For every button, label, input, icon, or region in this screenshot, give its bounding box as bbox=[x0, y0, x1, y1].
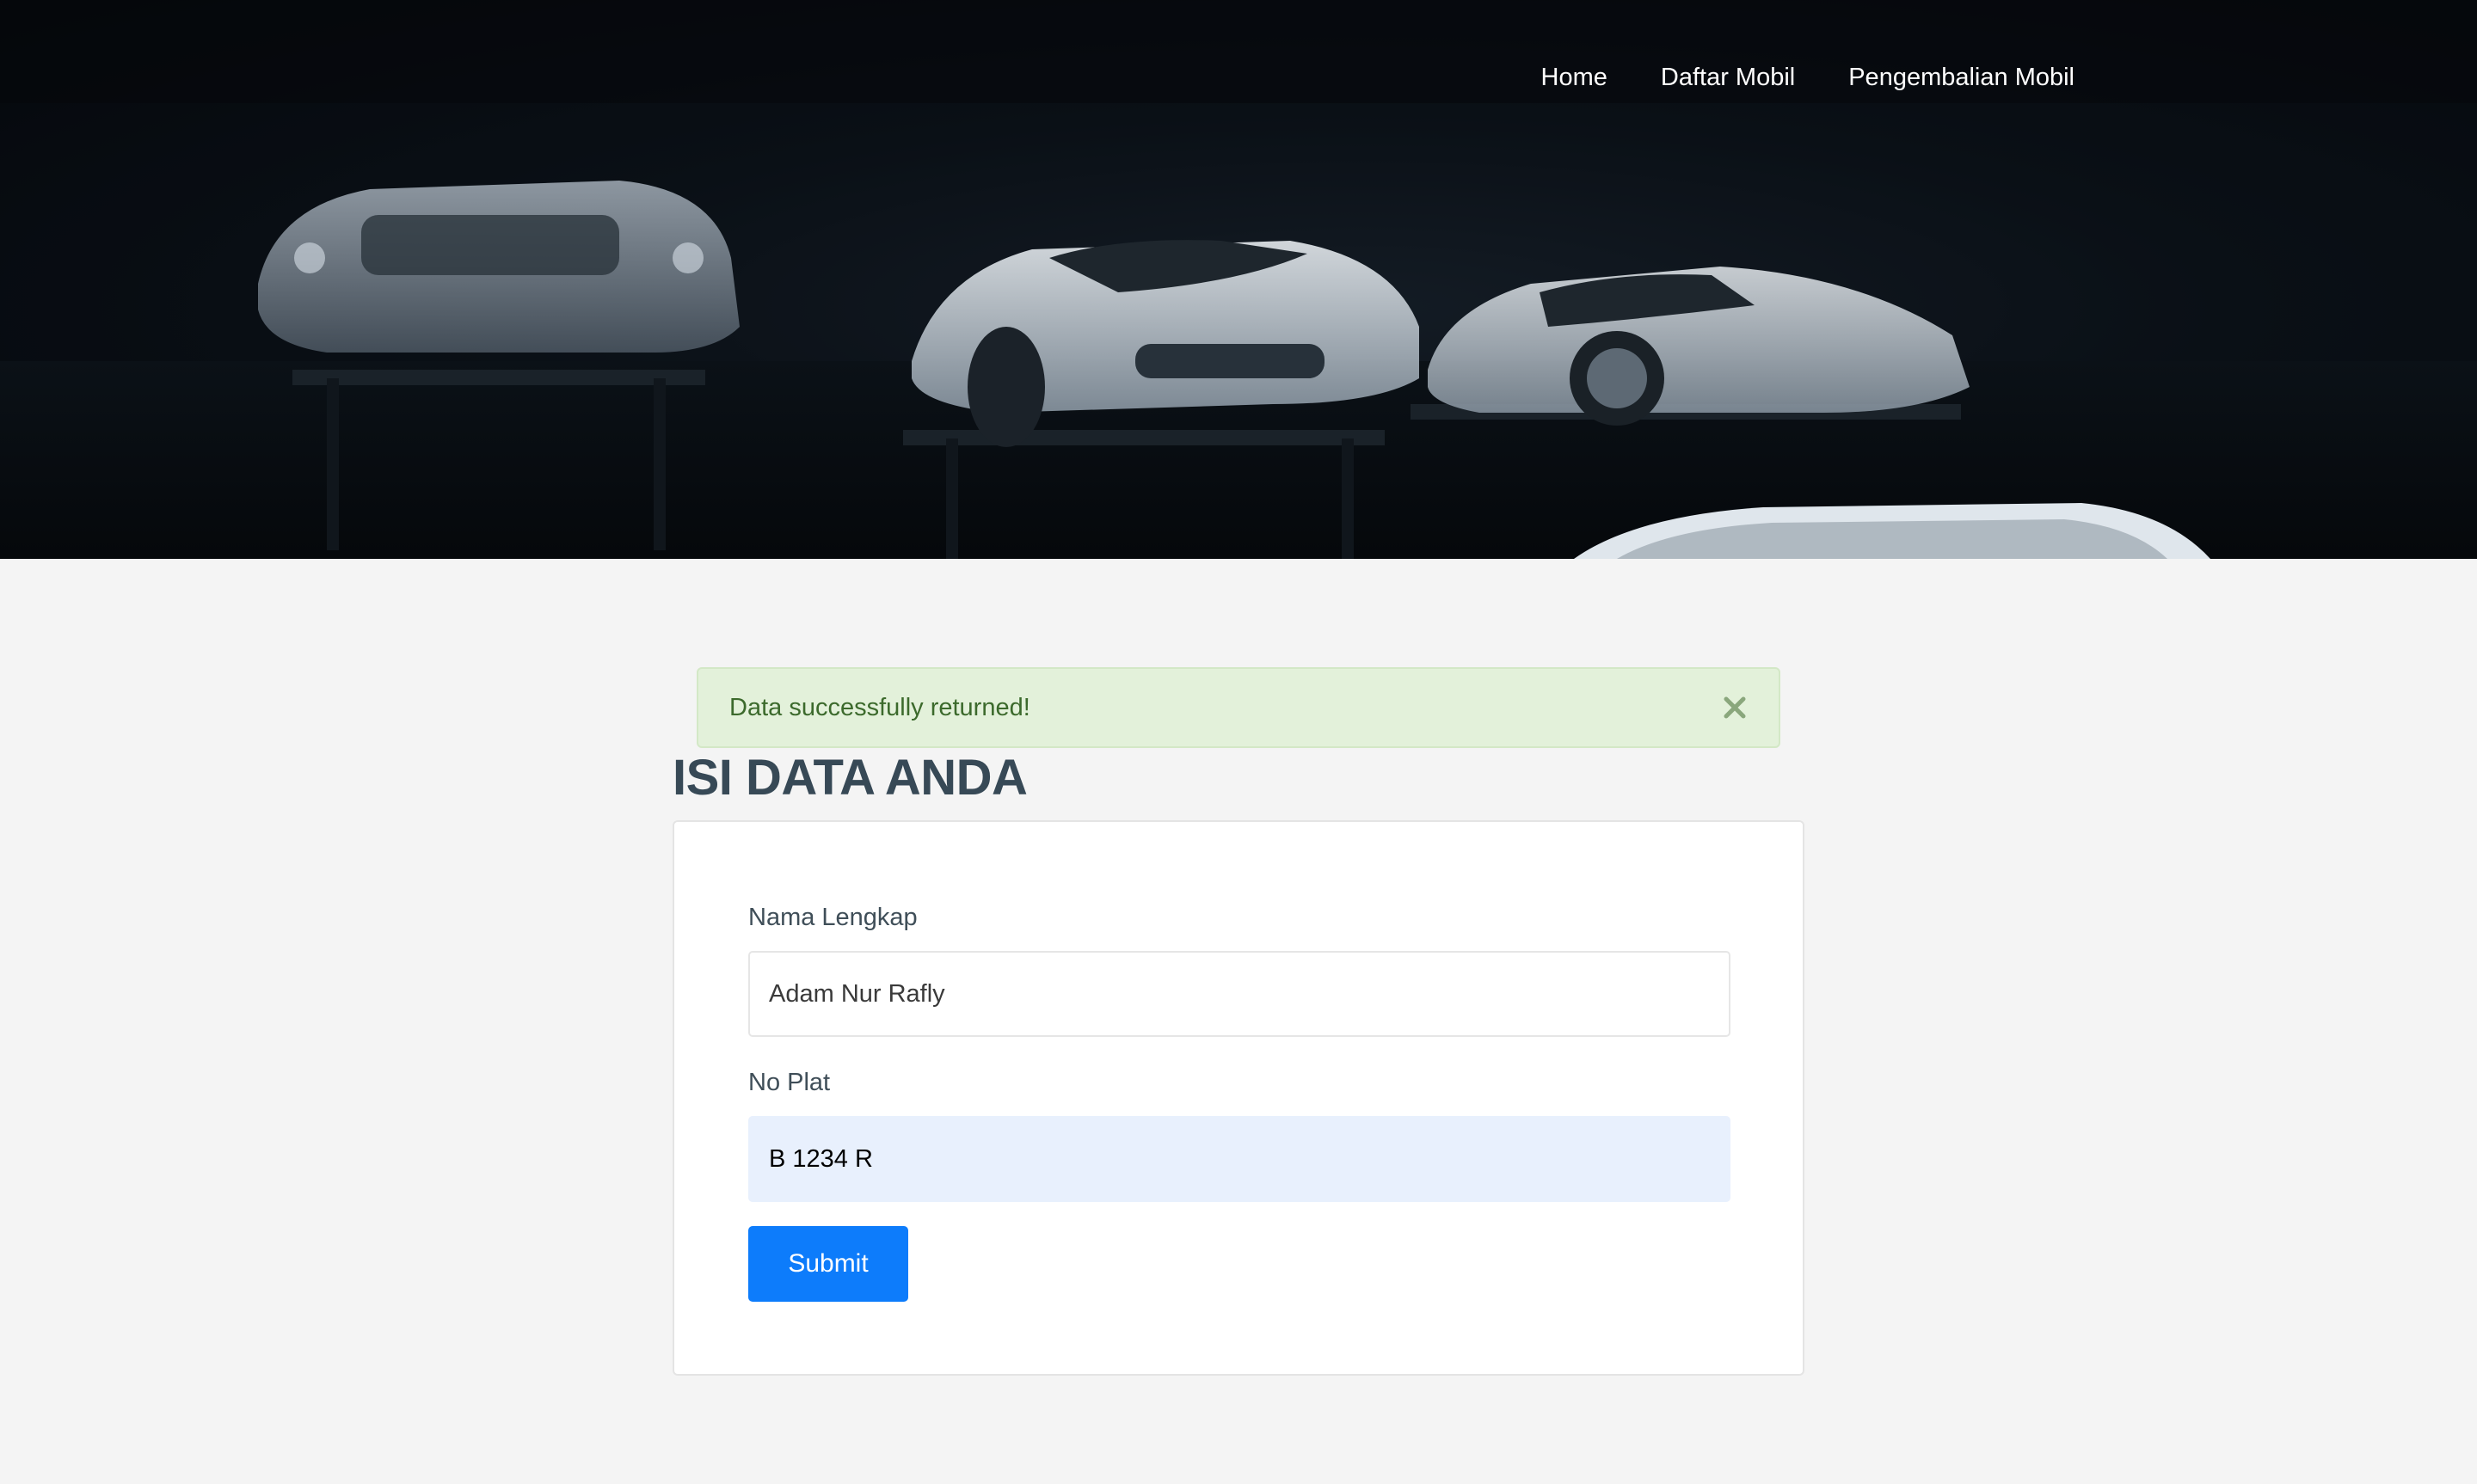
plate-label: No Plat bbox=[748, 1069, 831, 1096]
hero-cars-image bbox=[0, 0, 2477, 559]
hero-banner: Home Daftar Mobil Pengembalian Mobil bbox=[0, 0, 2477, 559]
main-nav: Home Daftar Mobil Pengembalian Mobil bbox=[1541, 60, 2074, 95]
nav-daftar-mobil[interactable]: Daftar Mobil bbox=[1661, 60, 1795, 95]
return-form: Nama Lengkap No Plat Submit bbox=[673, 820, 1804, 1376]
page-title: ISI DATA ANDA bbox=[673, 750, 1028, 806]
close-icon[interactable] bbox=[1722, 695, 1748, 721]
submit-button[interactable]: Submit bbox=[748, 1226, 908, 1302]
success-alert: Data successfully returned! bbox=[697, 667, 1780, 748]
alert-message: Data successfully returned! bbox=[729, 693, 1030, 721]
nav-home[interactable]: Home bbox=[1541, 60, 1607, 95]
name-label: Nama Lengkap bbox=[748, 904, 918, 931]
name-input[interactable] bbox=[748, 951, 1730, 1037]
plate-input[interactable] bbox=[748, 1116, 1730, 1202]
nav-pengembalian-mobil[interactable]: Pengembalian Mobil bbox=[1848, 60, 2074, 95]
